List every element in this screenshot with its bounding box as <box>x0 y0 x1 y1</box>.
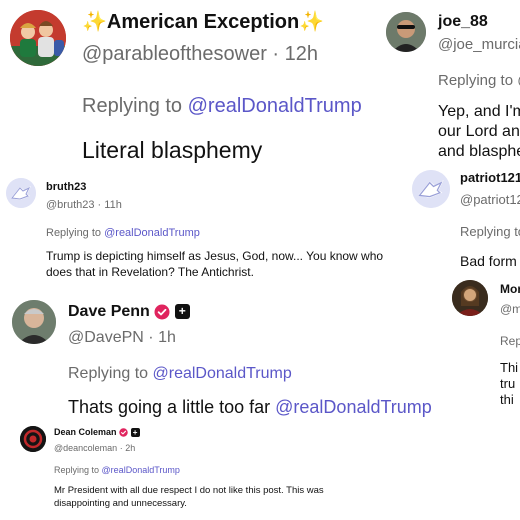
reply-prefix: Replying to <box>54 465 100 475</box>
post-text-line: disappointing and unnecessary. <box>54 498 187 509</box>
post-american-exception: ✨American Exception✨ @parableofthesower … <box>0 0 378 172</box>
avatar-mor[interactable] <box>452 280 488 316</box>
post-time: 11h <box>104 199 122 211</box>
author-name-text: American Exception <box>106 11 300 33</box>
avatar-image <box>20 426 46 452</box>
post-time: 12h <box>284 43 319 65</box>
author-handle-line: @bruth23 · 11h <box>46 198 122 212</box>
avatar-dean-coleman[interactable] <box>20 426 46 452</box>
avatar-bruth23[interactable] <box>6 178 36 208</box>
author-handle-line: @parableofthesower · 12h <box>82 42 318 66</box>
author-handle[interactable]: @m <box>500 302 520 316</box>
post-text-line: our Lord an <box>438 123 520 140</box>
separator-dot: · <box>119 443 123 453</box>
reply-line: Replying to @realDonaldTrump <box>46 226 200 240</box>
reply-mention-link[interactable]: @realDonaldTrump <box>188 95 362 117</box>
verified-badge-icon <box>154 304 170 320</box>
author-handle[interactable]: @parableofthesower <box>82 43 267 65</box>
plus-square-icon: + <box>174 304 190 320</box>
post-text-line: Yep, and I'm <box>438 103 520 120</box>
author-handle[interactable]: @patriot12 <box>460 192 520 208</box>
post-dean-coleman: Dean Coleman + @deancoleman · 2h Replyin… <box>0 420 400 520</box>
sparkle-right-icon: ✨ <box>299 11 325 33</box>
reply-line: Replying to @realDonaldTrump <box>54 464 180 476</box>
post-mor: Mor @m Rep Thi tru thi <box>444 276 520 420</box>
avatar-image <box>10 10 66 66</box>
author-name[interactable]: Dean Coleman + <box>54 426 140 438</box>
eagle-avatar-icon <box>6 178 36 208</box>
separator-dot: · <box>272 43 280 65</box>
reply-line: Replying to @ <box>438 72 520 89</box>
post-text: Yep, and I'm our Lord an and blasphe <box>438 102 520 162</box>
author-name[interactable]: Mor <box>500 282 520 296</box>
post-text-line: and blasphe <box>438 143 520 160</box>
author-name[interactable]: ✨American Exception✨ <box>82 10 324 34</box>
author-handle[interactable]: @bruth23 <box>46 199 94 211</box>
post-text: Thats going a little too far @realDonald… <box>68 396 432 418</box>
author-handle-line: @DavePN · 1h <box>68 328 176 348</box>
author-name-text: Dave Penn <box>68 303 150 320</box>
reply-mention-link[interactable]: @realDonaldTrump <box>153 365 292 382</box>
post-text: Bad form <box>460 253 517 269</box>
author-name[interactable]: Dave Penn + <box>68 302 190 322</box>
post-time: 2h <box>125 443 136 453</box>
sparkle-left-icon: ✨ <box>82 11 107 33</box>
author-handle[interactable]: @deancoleman <box>54 443 117 453</box>
separator-dot: · <box>148 329 154 346</box>
verified-badge-icon <box>119 428 128 437</box>
reply-prefix: Replying to <box>46 227 102 239</box>
reply-prefix: Replying to <box>68 365 149 382</box>
author-handle[interactable]: @DavePN <box>68 329 144 346</box>
post-text-line: Thi <box>500 360 519 375</box>
author-handle[interactable]: @joe_murcia <box>438 36 520 54</box>
separator-dot: · <box>97 199 102 211</box>
reply-line: Replying to @realDonaldTrump <box>82 94 362 118</box>
post-text-mention-link[interactable]: @realDonaldTrump <box>275 397 432 417</box>
post-text-line: tru <box>500 376 516 391</box>
reply-mention-link[interactable]: @realDonaldTrump <box>104 227 200 239</box>
author-name[interactable]: bruth23 <box>46 180 86 194</box>
avatar-image <box>452 280 488 316</box>
avatar-joe88[interactable] <box>386 12 426 52</box>
post-text-line: Trump is depicting himself as Jesus, God… <box>46 249 384 263</box>
avatar-patriot121[interactable] <box>412 170 450 208</box>
eagle-avatar-icon <box>412 170 450 208</box>
reply-line: Replying to @realDonaldTrump <box>68 364 292 384</box>
post-text: Mr President with all due respect I do n… <box>54 484 324 510</box>
post-text: Literal blasphemy <box>82 137 263 163</box>
post-text-line: does that in Revelation? The Antichrist. <box>46 265 254 279</box>
plus-square-icon: + <box>130 428 140 438</box>
post-joe88: joe_88 @joe_murcia Replying to @ Yep, an… <box>382 0 520 164</box>
post-text-line: Mr President with all due respect I do n… <box>54 485 324 496</box>
author-name[interactable]: joe_88 <box>438 12 488 32</box>
author-handle-line: @deancoleman · 2h <box>54 442 135 454</box>
reply-prefix: Replying to <box>82 95 183 117</box>
author-name[interactable]: patriot121 <box>460 170 520 186</box>
post-bruth23: bruth23 @bruth23 · 11h Replying to @real… <box>0 172 400 292</box>
post-dave-penn: Dave Penn + @DavePN · 1h Replying to @re… <box>0 292 440 420</box>
avatar-image <box>386 12 426 52</box>
author-name-text: Dean Coleman <box>54 427 117 437</box>
reply-mention-link[interactable]: @realDonaldTrump <box>102 465 180 475</box>
post-text-line: thi <box>500 392 514 407</box>
avatar-dave-penn[interactable] <box>12 300 56 344</box>
post-text-main: Thats going a little too far <box>68 397 271 417</box>
avatar-image <box>12 300 56 344</box>
post-time: 1h <box>158 329 176 346</box>
post-text: Thi tru thi <box>500 360 518 408</box>
reply-line: Rep <box>500 334 520 348</box>
avatar-american-exception[interactable] <box>10 10 66 66</box>
reply-line: Replying to <box>460 224 520 239</box>
post-text: Trump is depicting himself as Jesus, God… <box>46 248 383 280</box>
post-patriot121: patriot121 @patriot12 Replying to Bad fo… <box>404 164 520 276</box>
